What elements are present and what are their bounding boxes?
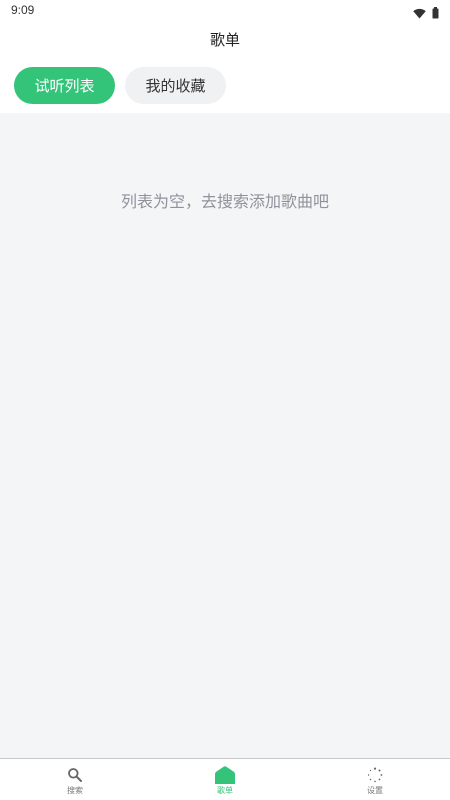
nav-item-playlist[interactable]: 歌单 bbox=[150, 759, 300, 800]
bottom-nav: 搜索 歌单 设置 bbox=[0, 758, 450, 800]
status-bar: 9:09 bbox=[0, 0, 450, 22]
page-title: 歌单 bbox=[209, 30, 240, 49]
playlist-content: 列表为空，去搜索添加歌曲吧 bbox=[0, 113, 450, 758]
nav-label-search: 搜索 bbox=[67, 786, 83, 795]
tab-bar: 试听列表 我的收藏 bbox=[14, 67, 226, 104]
nav-item-search[interactable]: 搜索 bbox=[0, 759, 150, 800]
empty-message: 列表为空，去搜索添加歌曲吧 bbox=[120, 192, 329, 211]
nav-label-playlist: 歌单 bbox=[217, 786, 233, 795]
battery-icon bbox=[432, 4, 439, 23]
search-icon bbox=[67, 766, 83, 784]
loading-spinner-icon bbox=[367, 766, 383, 784]
status-icons bbox=[413, 4, 439, 23]
tab-trial-list[interactable]: 试听列表 bbox=[14, 67, 115, 104]
nav-item-settings[interactable]: 设置 bbox=[300, 759, 450, 800]
wifi-icon bbox=[413, 4, 426, 23]
home-icon bbox=[214, 766, 236, 784]
tab-favorites[interactable]: 我的收藏 bbox=[125, 67, 226, 104]
status-time: 9:09 bbox=[11, 3, 35, 17]
nav-label-settings: 设置 bbox=[367, 786, 383, 795]
header: 歌单 bbox=[0, 22, 450, 56]
